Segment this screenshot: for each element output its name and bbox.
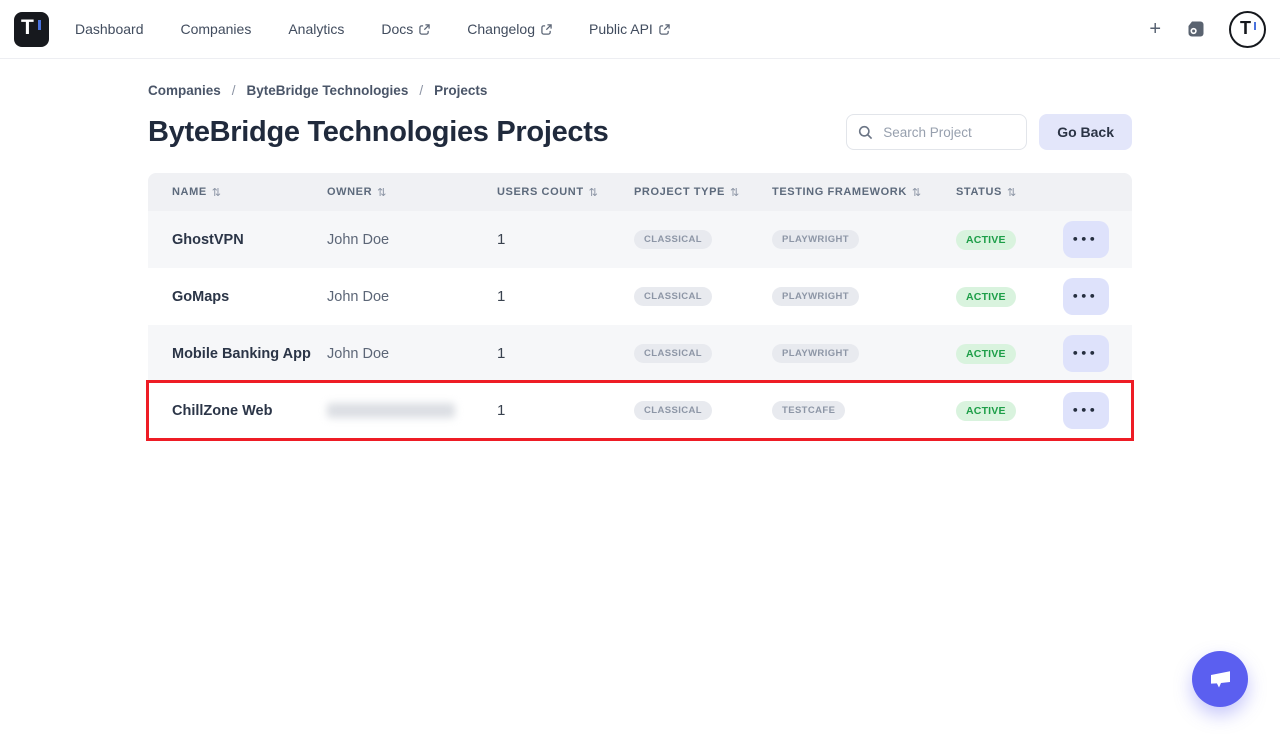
external-link-icon bbox=[659, 24, 670, 35]
nav-right-cluster: + T bbox=[1149, 11, 1266, 48]
project-type-badge: CLASSICAL bbox=[634, 401, 712, 420]
row-actions-button[interactable]: ••• bbox=[1063, 335, 1109, 372]
row-actions-button[interactable]: ••• bbox=[1063, 392, 1109, 429]
project-name[interactable]: GoMaps bbox=[172, 289, 327, 305]
breadcrumb-separator: / bbox=[232, 83, 236, 98]
status-badge: ACTIVE bbox=[956, 401, 1016, 421]
project-name[interactable]: ChillZone Web bbox=[172, 403, 327, 419]
projects-table: NAME⇅ OWNER⇅ USERS COUNT⇅ PROJECT TYPE⇅ … bbox=[148, 173, 1132, 439]
status-badge: ACTIVE bbox=[956, 230, 1016, 250]
row-actions-button[interactable]: ••• bbox=[1063, 221, 1109, 258]
column-header-project-type[interactable]: PROJECT TYPE⇅ bbox=[634, 186, 772, 199]
column-header-owner[interactable]: OWNER⇅ bbox=[327, 186, 497, 199]
project-owner: John Doe bbox=[327, 346, 497, 362]
project-users-count: 1 bbox=[497, 345, 634, 362]
project-type-badge: CLASSICAL bbox=[634, 344, 712, 363]
table-row: GhostVPN John Doe 1 CLASSICAL PLAYWRIGHT… bbox=[148, 211, 1132, 268]
add-icon[interactable]: + bbox=[1149, 19, 1161, 39]
nav-item-changelog[interactable]: Changelog bbox=[467, 21, 552, 37]
search-icon bbox=[858, 125, 873, 140]
project-owner bbox=[327, 403, 497, 419]
breadcrumb: Companies / ByteBridge Technologies / Pr… bbox=[148, 83, 1132, 98]
avatar-letter: T bbox=[1240, 18, 1251, 39]
sort-icon: ⇅ bbox=[1007, 186, 1017, 199]
row-actions-button[interactable]: ••• bbox=[1063, 278, 1109, 315]
table-body: GhostVPN John Doe 1 CLASSICAL PLAYWRIGHT… bbox=[148, 211, 1132, 439]
breadcrumb-companies[interactable]: Companies bbox=[148, 83, 221, 98]
app-logo[interactable]: T bbox=[14, 12, 49, 47]
search-docs-icon[interactable] bbox=[1185, 19, 1205, 39]
project-name[interactable]: GhostVPN bbox=[172, 232, 327, 248]
table-row: GoMaps John Doe 1 CLASSICAL PLAYWRIGHT A… bbox=[148, 268, 1132, 325]
project-owner: John Doe bbox=[327, 232, 497, 248]
title-row: ByteBridge Technologies Projects Go Back bbox=[148, 114, 1132, 150]
sort-icon: ⇅ bbox=[377, 186, 387, 199]
table-header: NAME⇅ OWNER⇅ USERS COUNT⇅ PROJECT TYPE⇅ … bbox=[148, 173, 1132, 211]
nav-item-docs[interactable]: Docs bbox=[381, 21, 430, 37]
column-header-status[interactable]: STATUS⇅ bbox=[956, 186, 1063, 199]
project-owner: John Doe bbox=[327, 289, 497, 305]
project-type-badge: CLASSICAL bbox=[634, 287, 712, 306]
page-controls: Go Back bbox=[846, 114, 1132, 150]
column-header-name[interactable]: NAME⇅ bbox=[172, 186, 327, 199]
column-header-testing-framework[interactable]: TESTING FRAMEWORK⇅ bbox=[772, 186, 956, 199]
external-link-icon bbox=[541, 24, 552, 35]
status-badge: ACTIVE bbox=[956, 287, 1016, 307]
testing-framework-badge: PLAYWRIGHT bbox=[772, 344, 859, 363]
chat-widget-button[interactable] bbox=[1192, 651, 1248, 707]
search-input[interactable] bbox=[881, 124, 1015, 141]
sort-icon: ⇅ bbox=[912, 186, 922, 199]
table-row: Mobile Banking App John Doe 1 CLASSICAL … bbox=[148, 325, 1132, 382]
table-row: ChillZone Web 1 CLASSICAL TESTCAFE ACTIV… bbox=[148, 382, 1132, 439]
top-nav: T Dashboard Companies Analytics Docs Cha… bbox=[0, 0, 1280, 59]
app-logo-accent bbox=[38, 20, 41, 30]
external-link-icon bbox=[419, 24, 430, 35]
redacted-owner bbox=[327, 403, 455, 418]
project-type-badge: CLASSICAL bbox=[634, 230, 712, 249]
status-badge: ACTIVE bbox=[956, 344, 1016, 364]
nav-item-analytics[interactable]: Analytics bbox=[288, 21, 344, 37]
user-avatar[interactable]: T bbox=[1229, 11, 1266, 48]
search-box bbox=[846, 114, 1027, 150]
avatar-accent bbox=[1254, 22, 1257, 30]
nav-item-dashboard[interactable]: Dashboard bbox=[75, 21, 144, 37]
sort-icon: ⇅ bbox=[730, 186, 740, 199]
project-users-count: 1 bbox=[497, 231, 634, 248]
project-users-count: 1 bbox=[497, 402, 634, 419]
testing-framework-badge: PLAYWRIGHT bbox=[772, 230, 859, 249]
testing-framework-badge: TESTCAFE bbox=[772, 401, 845, 420]
chat-bubble-icon bbox=[1207, 667, 1234, 691]
column-header-users-count[interactable]: USERS COUNT⇅ bbox=[497, 186, 634, 199]
testing-framework-badge: PLAYWRIGHT bbox=[772, 287, 859, 306]
breadcrumb-company[interactable]: ByteBridge Technologies bbox=[247, 83, 409, 98]
nav-item-companies[interactable]: Companies bbox=[181, 21, 252, 37]
project-users-count: 1 bbox=[497, 288, 634, 305]
nav-item-public-api[interactable]: Public API bbox=[589, 21, 670, 37]
app-logo-letter: T bbox=[21, 16, 34, 40]
main-nav: Dashboard Companies Analytics Docs Chang… bbox=[75, 21, 670, 37]
main-content: Companies / ByteBridge Technologies / Pr… bbox=[0, 83, 1280, 439]
sort-icon: ⇅ bbox=[212, 186, 222, 199]
sort-icon: ⇅ bbox=[589, 186, 599, 199]
go-back-button[interactable]: Go Back bbox=[1039, 114, 1132, 150]
breadcrumb-separator: / bbox=[419, 83, 423, 98]
page-title: ByteBridge Technologies Projects bbox=[148, 116, 608, 149]
breadcrumb-projects: Projects bbox=[434, 83, 487, 98]
project-name[interactable]: Mobile Banking App bbox=[172, 346, 327, 362]
